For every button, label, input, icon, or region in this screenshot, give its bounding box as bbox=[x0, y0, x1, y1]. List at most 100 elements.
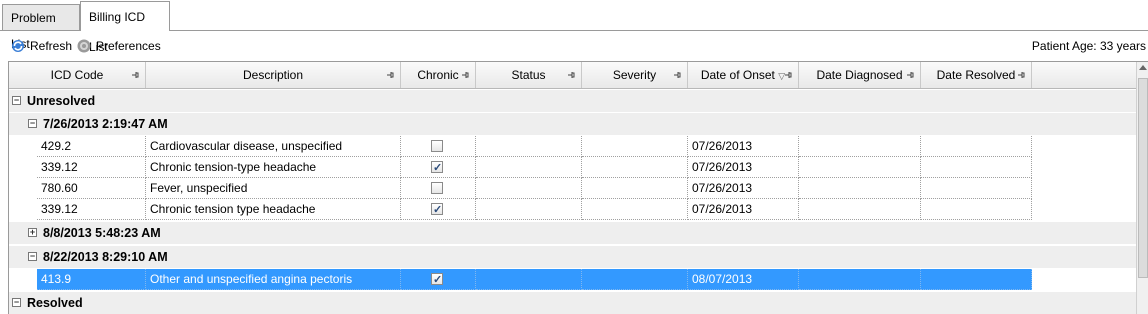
chronic-checkbox[interactable] bbox=[431, 182, 443, 194]
cell-status bbox=[476, 178, 582, 199]
scroll-thumb[interactable] bbox=[1138, 78, 1148, 278]
refresh-button[interactable]: Refresh bbox=[10, 37, 72, 55]
table-row[interactable]: 429.2 Cardiovascular disease, unspecified… bbox=[37, 136, 1032, 157]
cell-diagnosed bbox=[799, 199, 921, 220]
pin-icon[interactable] bbox=[906, 71, 914, 79]
cell-resolved bbox=[921, 269, 1032, 290]
pin-icon[interactable] bbox=[673, 71, 681, 79]
table-row[interactable]: 780.60 Fever, unspecified 07/26/2013 bbox=[37, 178, 1032, 199]
cell-resolved bbox=[921, 178, 1032, 199]
collapse-icon[interactable]: − bbox=[28, 119, 37, 128]
col-description[interactable]: Description bbox=[146, 62, 401, 88]
cell-severity bbox=[582, 157, 688, 178]
chronic-checkbox[interactable] bbox=[431, 270, 443, 289]
table-row[interactable]: 339.12Chronic tension type headache 07/26… bbox=[37, 199, 1032, 220]
pin-icon[interactable] bbox=[461, 71, 469, 79]
chronic-checkbox[interactable] bbox=[431, 140, 443, 152]
vertical-scrollbar[interactable] bbox=[1136, 62, 1148, 314]
cell-status bbox=[476, 157, 582, 178]
cell-onset: 07/26/2013 bbox=[688, 199, 799, 220]
chronic-checkbox[interactable] bbox=[431, 158, 443, 177]
cell-chronic bbox=[401, 178, 476, 199]
cell-desc: Chronic tension type headache bbox=[146, 199, 401, 220]
cell-diagnosed bbox=[799, 269, 921, 290]
cell-resolved bbox=[921, 136, 1032, 157]
col-severity-label: Severity bbox=[612, 68, 657, 82]
group-resolved-label: Resolved bbox=[27, 296, 83, 310]
pin-icon[interactable] bbox=[784, 71, 792, 79]
cell-icd: 339.12 bbox=[37, 157, 146, 178]
col-date-diagnosed[interactable]: Date Diagnosed bbox=[799, 62, 921, 88]
cell-severity bbox=[582, 178, 688, 199]
table-row-selected[interactable]: 413.9 Other and unspecified angina pector… bbox=[37, 269, 1032, 290]
pin-icon[interactable] bbox=[1017, 71, 1025, 79]
col-date-of-onset-label: Date of Onset bbox=[700, 68, 775, 82]
group-date-2-label: 8/8/2013 5:48:23 AM bbox=[43, 226, 161, 240]
cell-onset: 07/26/2013 bbox=[688, 157, 799, 178]
cell-status bbox=[476, 136, 582, 157]
col-status[interactable]: Status bbox=[476, 62, 582, 88]
cell-onset: 08/07/2013 bbox=[688, 269, 799, 290]
group-resolved[interactable]: − Resolved bbox=[9, 292, 1148, 314]
col-icd-code-label: ICD Code bbox=[50, 68, 104, 82]
group-date-2[interactable]: + 8/8/2013 5:48:23 AM bbox=[9, 222, 1148, 244]
group-unresolved-label: Unresolved bbox=[27, 94, 96, 108]
cell-desc: Other and unspecified angina pectoris bbox=[146, 269, 401, 290]
group-date-1-label: 7/26/2013 2:19:47 AM bbox=[43, 117, 168, 131]
cell-status bbox=[476, 269, 582, 290]
cell-icd: 780.60 bbox=[37, 178, 146, 199]
col-date-resolved[interactable]: Date Resolved bbox=[921, 62, 1032, 88]
cell-onset: 07/26/2013 bbox=[688, 136, 799, 157]
group-unresolved[interactable]: − Unresolved bbox=[9, 90, 1148, 112]
col-chronic[interactable]: Chronic bbox=[401, 62, 476, 88]
pin-icon[interactable] bbox=[567, 71, 575, 79]
gear-icon bbox=[77, 39, 91, 53]
refresh-label: Refresh bbox=[30, 39, 73, 53]
expand-icon[interactable]: + bbox=[28, 228, 37, 237]
preferences-label: Preferences bbox=[96, 39, 161, 53]
chronic-checkbox[interactable] bbox=[431, 200, 443, 219]
cell-diagnosed bbox=[799, 178, 921, 199]
cell-severity bbox=[582, 136, 688, 157]
cell-onset: 07/26/2013 bbox=[688, 178, 799, 199]
cell-icd: 339.12 bbox=[37, 199, 146, 220]
cell-desc: Cardiovascular disease, unspecified bbox=[146, 136, 401, 157]
cell-severity bbox=[582, 199, 688, 220]
col-icd-code[interactable]: ICD Code bbox=[9, 62, 146, 88]
cell-icd: 429.2 bbox=[37, 136, 146, 157]
grid-header: ICD Code Description Chronic Status Seve… bbox=[9, 62, 1148, 89]
col-description-label: Description bbox=[242, 68, 304, 82]
cell-chronic bbox=[401, 136, 476, 157]
cell-diagnosed bbox=[799, 157, 921, 178]
col-severity[interactable]: Severity bbox=[582, 62, 688, 88]
cell-chronic bbox=[401, 157, 476, 178]
collapse-icon[interactable]: − bbox=[12, 96, 21, 105]
col-date-of-onset[interactable]: Date of Onset ▽ bbox=[688, 62, 799, 88]
col-status-label: Status bbox=[511, 68, 546, 82]
group-date-3[interactable]: − 8/22/2013 8:29:10 AM bbox=[9, 246, 1148, 268]
cell-desc: Fever, unspecified bbox=[146, 178, 401, 199]
collapse-icon[interactable]: − bbox=[12, 298, 21, 307]
pin-icon[interactable] bbox=[386, 71, 394, 79]
toolbar: Refresh Preferences Patient Age: 33 year… bbox=[0, 35, 1148, 57]
collapse-icon[interactable]: − bbox=[28, 252, 37, 261]
tab-billing-icd-list[interactable]: Billing ICD List bbox=[80, 1, 170, 54]
cell-resolved bbox=[921, 157, 1032, 178]
tab-strip: Problem List Billing ICD List bbox=[0, 0, 1148, 54]
group-date-1[interactable]: − 7/26/2013 2:19:47 AM bbox=[9, 113, 1148, 135]
cell-desc: Chronic tension-type headache bbox=[146, 157, 401, 178]
scroll-up-icon[interactable] bbox=[1139, 65, 1147, 70]
cell-icd: 413.9 bbox=[37, 269, 146, 290]
refresh-icon bbox=[12, 40, 24, 52]
table-row[interactable]: 339.12Chronic tension-type headache 07/26… bbox=[37, 157, 1032, 178]
cell-chronic bbox=[401, 269, 476, 290]
cell-resolved bbox=[921, 199, 1032, 220]
cell-chronic bbox=[401, 199, 476, 220]
tab-problem-list[interactable]: Problem List bbox=[2, 4, 80, 51]
icd-grid: ICD Code Description Chronic Status Seve… bbox=[8, 61, 1148, 314]
col-date-resolved-label: Date Resolved bbox=[936, 68, 1016, 82]
pin-icon[interactable] bbox=[131, 71, 139, 79]
preferences-button[interactable]: Preferences bbox=[76, 37, 161, 55]
col-chronic-label: Chronic bbox=[417, 68, 459, 82]
group-date-3-label: 8/22/2013 8:29:10 AM bbox=[43, 250, 168, 264]
